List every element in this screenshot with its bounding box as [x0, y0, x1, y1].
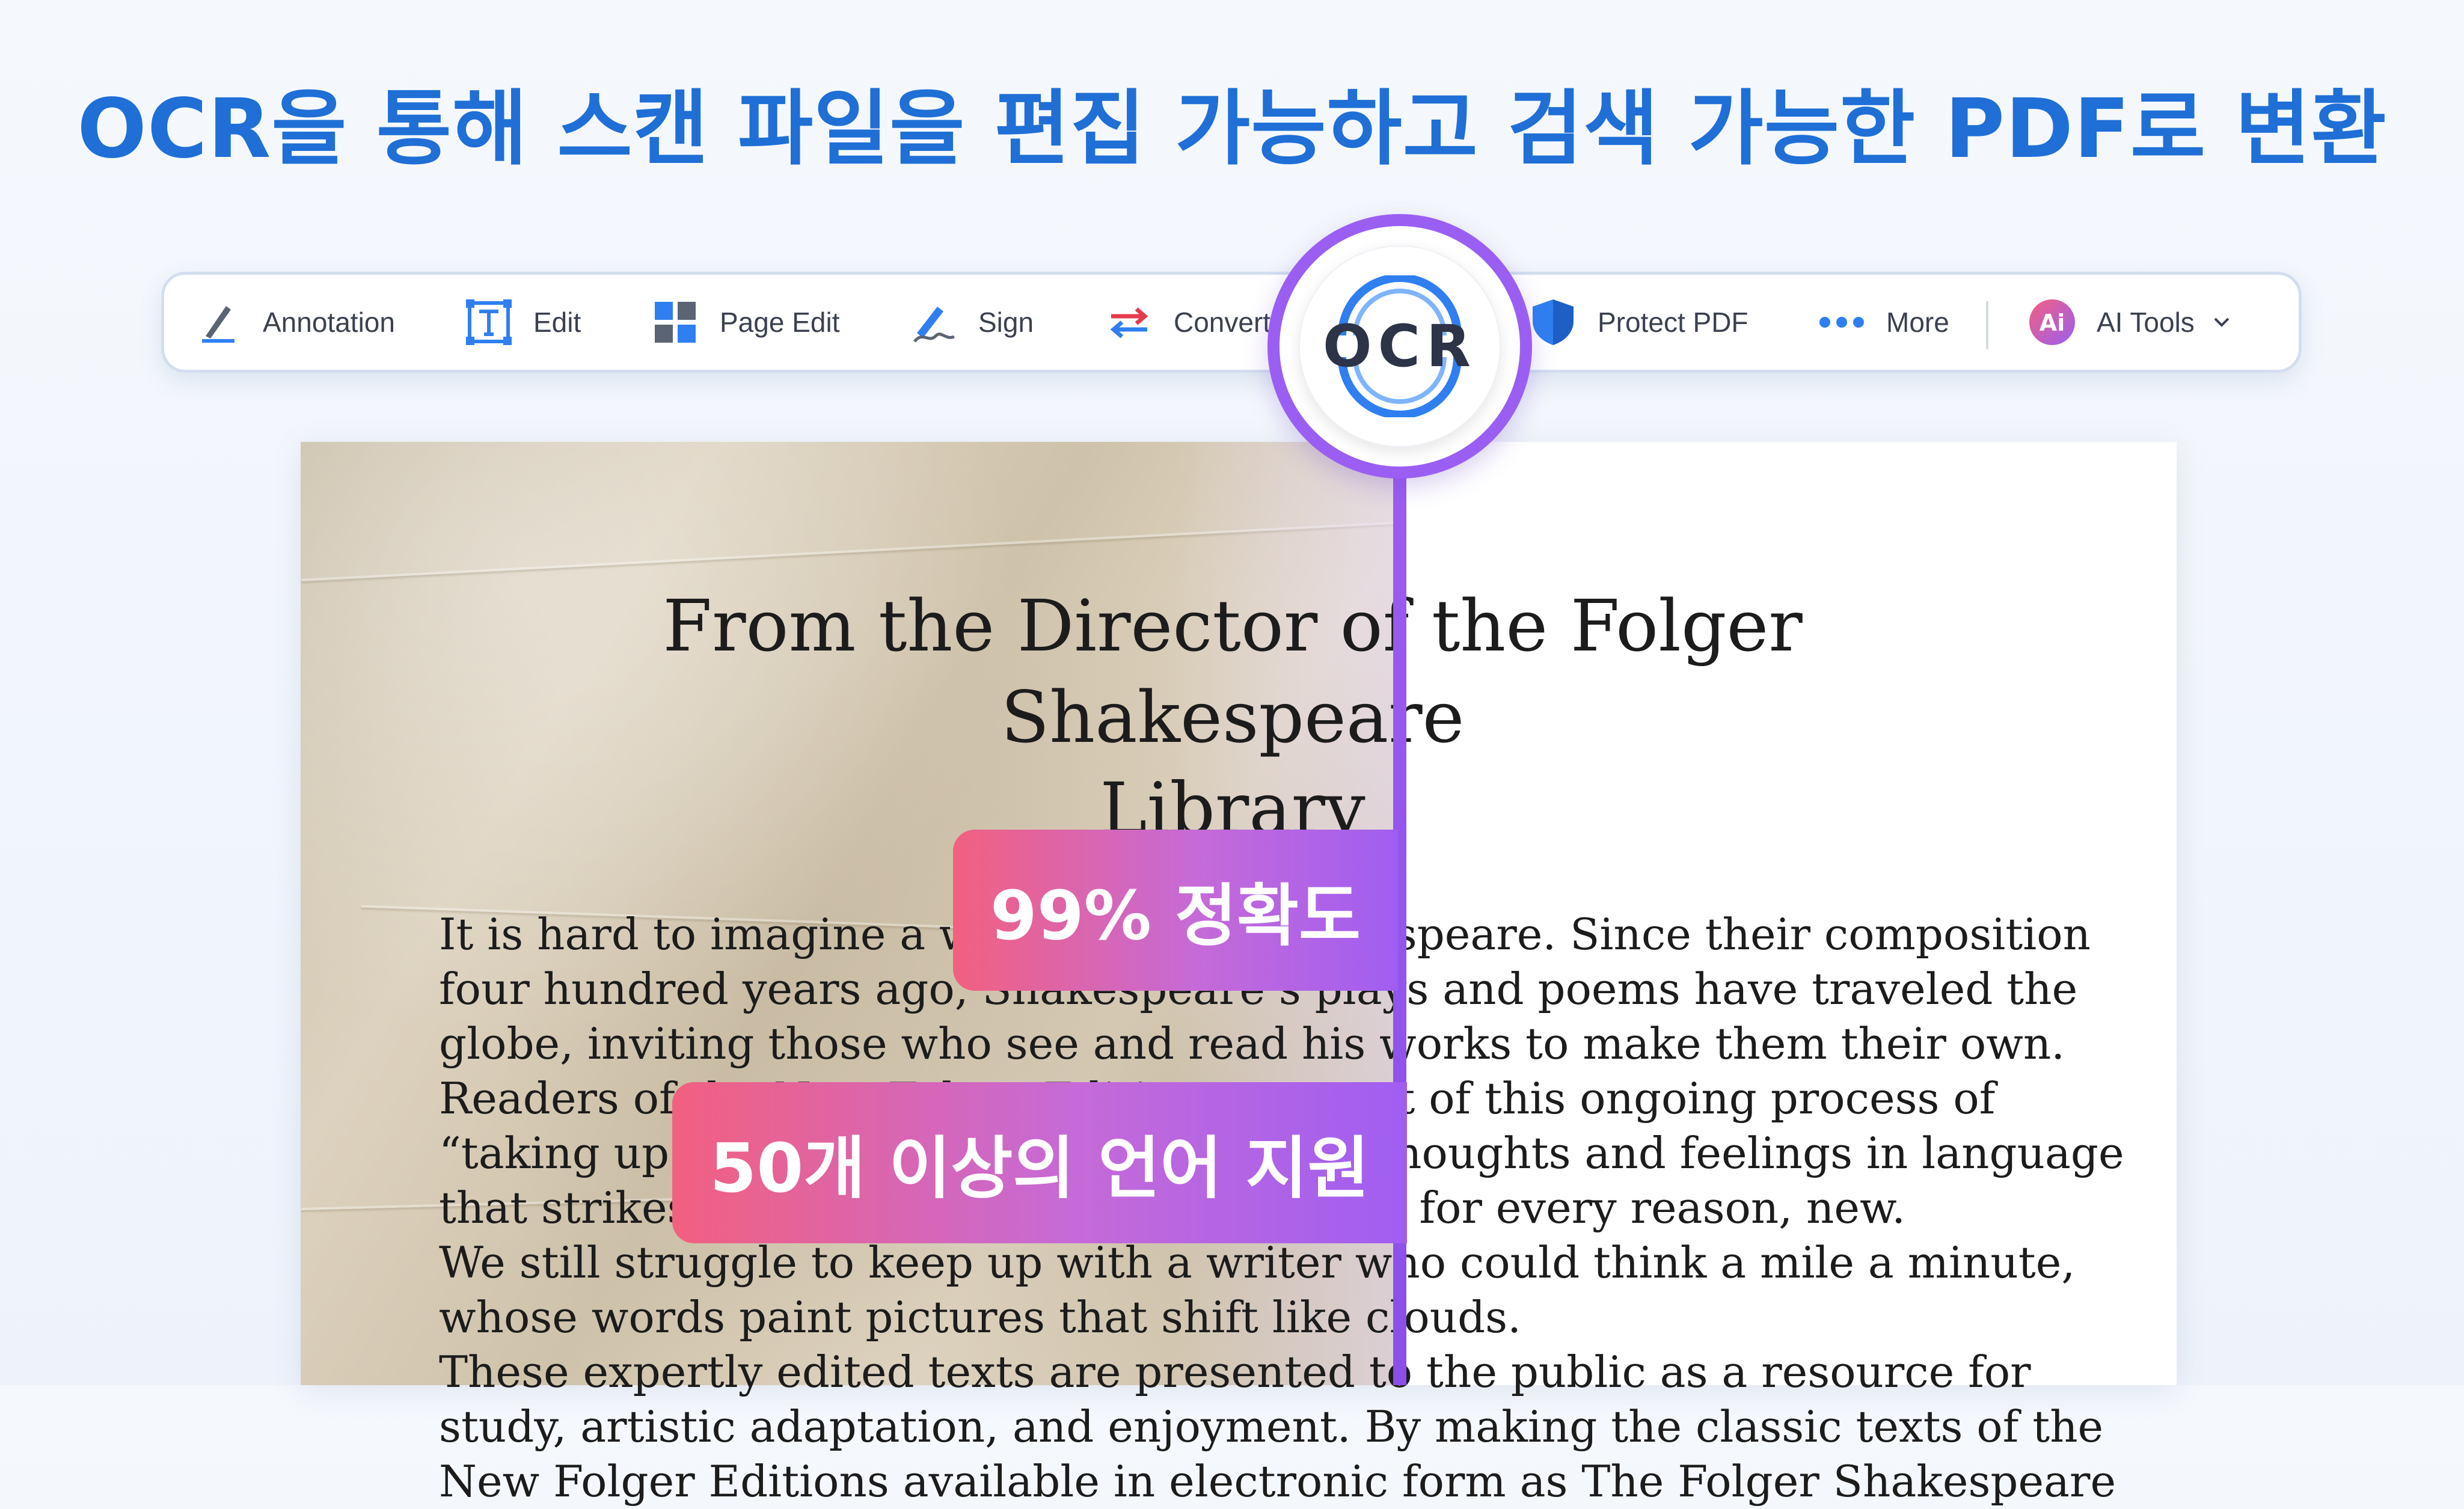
grid-icon [651, 298, 699, 346]
toolbar-label: Sign [978, 307, 1034, 338]
document-line: study, artistic adaptation, and enjoymen… [439, 1401, 2104, 1452]
accuracy-badge: 99% 정확도 [953, 830, 1398, 991]
document-title: From the Director of the Folger Shakespe… [663, 584, 1803, 850]
toolbar-protect-pdf[interactable]: Protect PDF [1529, 275, 1748, 370]
ai-badge-text: Ai [2040, 310, 2065, 336]
document-text: From the Director of the Folger Shakespe… [439, 580, 2124, 1509]
toolbar-sign[interactable]: Sign [910, 275, 1034, 370]
toolbar-label: Edit [533, 307, 581, 338]
pen-icon [194, 298, 242, 346]
toolbar-ai-tools[interactable]: Ai AI Tools [2028, 275, 2231, 370]
main-toolbar: Annotation Edit Page Edit Sign Convert P… [161, 272, 2302, 373]
ocr-label: OCR [1323, 313, 1477, 380]
ai-icon: Ai [2028, 298, 2076, 346]
toolbar-annotation[interactable]: Annotation [194, 275, 395, 370]
toolbar-convert[interactable]: Convert [1105, 275, 1270, 370]
toolbar-divider [1986, 301, 1988, 349]
chevron-down-icon [2213, 316, 2231, 328]
signature-icon [910, 298, 958, 346]
text-edit-icon [465, 298, 513, 346]
toolbar-label: More [1886, 307, 1949, 338]
convert-arrows-icon [1105, 298, 1153, 346]
toolbar-label: Convert [1174, 307, 1271, 338]
toolbar-label: Page Edit [720, 307, 840, 338]
document-line: whose words paint pictures that shift li… [439, 1292, 1521, 1342]
toolbar-label: Annotation [263, 307, 395, 338]
document-line: New Folger Editions available in electro… [439, 1456, 2116, 1507]
languages-badge: 50개 이상의 언어 지원 [672, 1082, 1407, 1243]
toolbar-more[interactable]: More [1818, 275, 1949, 370]
toolbar-label: AI Tools [2097, 307, 2195, 338]
document-line: These expertly edited texts are presente… [439, 1347, 2031, 1397]
toolbar-label: Protect PDF [1598, 307, 1748, 338]
document-line: We still struggle to keep up with a writ… [439, 1237, 2076, 1288]
shield-icon [1529, 298, 1577, 346]
more-dots-icon [1818, 298, 1866, 346]
page-headline: OCR을 통해 스캔 파일을 편집 가능하고 검색 가능한 PDF로 변환 [77, 82, 2387, 177]
document-line: globe, inviting those who see and read h… [439, 1018, 2065, 1069]
toolbar-page-edit[interactable]: Page Edit [651, 275, 839, 370]
toolbar-edit[interactable]: Edit [465, 275, 581, 370]
